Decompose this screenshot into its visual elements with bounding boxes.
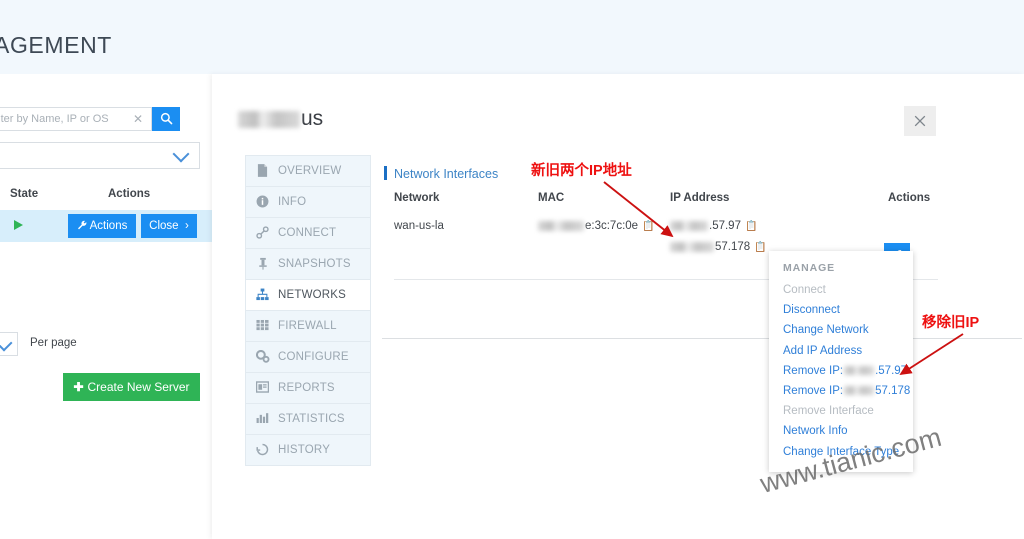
create-new-server-button[interactable]: ✚ Create New Server bbox=[63, 373, 200, 401]
redacted-mac-prefix bbox=[538, 220, 584, 231]
row-actions-label: Actions bbox=[89, 220, 128, 232]
tab-overview-label: OVERVIEW bbox=[278, 165, 342, 177]
close-x-icon[interactable]: ✕ bbox=[133, 112, 143, 126]
link-icon bbox=[255, 226, 270, 241]
menu-item-remove-ip-1[interactable]: Remove IP: .57.97 bbox=[769, 361, 913, 381]
cell-ip-2-value: 57.178 bbox=[715, 241, 751, 253]
info-icon bbox=[255, 195, 270, 210]
redacted-ip-prefix bbox=[844, 386, 875, 396]
menu-item-add-ip-address[interactable]: Add IP Address bbox=[769, 341, 913, 361]
tab-configure-label: CONFIGURE bbox=[278, 351, 349, 363]
tab-connect[interactable]: CONNECT bbox=[246, 218, 370, 249]
row-actions-button[interactable]: Actions bbox=[68, 214, 136, 238]
history-icon bbox=[255, 443, 270, 458]
create-new-server-label: Create New Server bbox=[87, 380, 190, 394]
tab-info-label: INFO bbox=[278, 196, 307, 208]
cell-network-name: wan-us-la bbox=[394, 220, 444, 232]
tab-overview[interactable]: OVERVIEW bbox=[246, 156, 370, 187]
annotation-ip-addresses: 新旧两个IP地址 bbox=[531, 163, 632, 179]
tab-snapshots-label: SNAPSHOTS bbox=[278, 258, 351, 270]
server-list-header: State Actions bbox=[0, 188, 212, 206]
tab-statistics[interactable]: STATISTICS bbox=[246, 404, 370, 435]
copy-icon[interactable]: 📋 bbox=[754, 242, 766, 253]
menu-item-change-network-label: Change Network bbox=[783, 324, 869, 337]
server-name-title: us bbox=[238, 107, 323, 131]
menu-item-change-network[interactable]: Change Network bbox=[769, 320, 913, 340]
bar-chart-icon bbox=[255, 412, 270, 427]
filter-row: Filter by Name, IP or OS ✕ bbox=[0, 107, 200, 133]
section-accent-bar bbox=[384, 166, 387, 180]
table-row[interactable]: Actions Close › bbox=[0, 210, 212, 242]
menu-item-remove-ip-1-label: Remove IP: bbox=[783, 364, 844, 377]
document-icon bbox=[255, 164, 270, 179]
menu-item-disconnect[interactable]: Disconnect bbox=[769, 300, 913, 320]
column-header-network: Network bbox=[394, 192, 440, 204]
annotation-arrow-1 bbox=[603, 181, 674, 238]
tab-networks-label: NETWORKS bbox=[278, 289, 347, 301]
search-input[interactable]: Filter by Name, IP or OS ✕ bbox=[0, 107, 152, 131]
tab-history-label: HISTORY bbox=[278, 444, 331, 456]
chevron-down-icon bbox=[0, 334, 13, 352]
menu-item-network-info-label: Network Info bbox=[783, 425, 848, 438]
row-close-button[interactable]: Close › bbox=[141, 214, 197, 238]
copy-icon[interactable]: 📋 bbox=[745, 221, 757, 232]
firewall-icon bbox=[255, 319, 270, 334]
menu-item-remove-interface-label: Remove Interface bbox=[783, 405, 874, 418]
tab-networks[interactable]: NETWORKS bbox=[246, 280, 370, 311]
page-title: AGEMENT bbox=[0, 32, 112, 58]
redacted-server-name bbox=[238, 110, 300, 128]
tab-snapshots[interactable]: SNAPSHOTS bbox=[246, 249, 370, 280]
column-header-state: State bbox=[10, 188, 39, 200]
column-header-mac: MAC bbox=[538, 192, 565, 204]
menu-item-add-ip-label: Add IP Address bbox=[783, 344, 863, 357]
tab-reports-label: REPORTS bbox=[278, 382, 335, 394]
search-icon bbox=[160, 112, 172, 125]
row-close-label: Close bbox=[149, 220, 179, 232]
menu-item-connect-label: Connect bbox=[783, 284, 826, 296]
search-button[interactable] bbox=[152, 107, 180, 131]
tab-connect-label: CONNECT bbox=[278, 227, 337, 239]
report-icon bbox=[255, 381, 270, 396]
cell-ip-1-value: .57.97 bbox=[709, 220, 741, 232]
detail-tab-nav: OVERVIEW INFO CONNECT SNAPSHOTS NETWORKS bbox=[245, 155, 371, 466]
network-icon bbox=[255, 288, 270, 303]
annotation-remove-old-ip: 移除旧IP bbox=[922, 315, 980, 331]
menu-item-remove-interface[interactable]: Remove Interface bbox=[769, 401, 913, 421]
server-name-suffix: us bbox=[301, 107, 324, 130]
column-header-actions: Actions bbox=[888, 192, 931, 204]
per-page-label: Per page bbox=[30, 337, 77, 349]
plus-icon: ✚ bbox=[73, 380, 84, 394]
wrench-icon bbox=[77, 220, 87, 230]
close-x-icon bbox=[914, 115, 926, 127]
section-heading: Network Interfaces bbox=[394, 167, 499, 181]
search-input-placeholder: Filter by Name, IP or OS bbox=[0, 113, 109, 125]
app-header: AGEMENT bbox=[0, 0, 1024, 74]
tab-firewall-label: FIREWALL bbox=[278, 320, 337, 332]
per-page-select[interactable] bbox=[0, 332, 18, 356]
menu-item-disconnect-label: Disconnect bbox=[783, 304, 840, 317]
menu-item-remove-ip-2-label: Remove IP: bbox=[783, 385, 844, 398]
tab-history[interactable]: HISTORY bbox=[246, 435, 370, 466]
menu-item-remove-ip-2[interactable]: Remove IP: 57.178 bbox=[769, 381, 913, 401]
menu-section-title: MANAGE bbox=[783, 262, 836, 274]
pin-icon bbox=[255, 257, 270, 272]
redacted-ip-prefix bbox=[844, 365, 875, 375]
menu-item-connect[interactable]: Connect bbox=[769, 280, 913, 300]
play-running-icon bbox=[14, 220, 23, 230]
gears-icon bbox=[255, 349, 270, 365]
annotation-arrow-2 bbox=[899, 333, 964, 376]
tab-reports[interactable]: REPORTS bbox=[246, 373, 370, 404]
tab-statistics-label: STATISTICS bbox=[278, 413, 345, 425]
tab-firewall[interactable]: FIREWALL bbox=[246, 311, 370, 342]
column-header-actions: Actions bbox=[108, 188, 151, 200]
server-detail-panel: us OVERVIEW INFO CONNECT SNAPSHOTS NETWO… bbox=[212, 74, 1024, 539]
chevron-right-icon: › bbox=[181, 220, 189, 232]
menu-item-remove-ip-2-value: 57.178 bbox=[875, 385, 911, 398]
filter-select[interactable] bbox=[0, 142, 200, 169]
chevron-down-icon bbox=[172, 145, 190, 163]
tab-info[interactable]: INFO bbox=[246, 187, 370, 218]
server-list-panel: Filter by Name, IP or OS ✕ State Actions… bbox=[0, 74, 212, 539]
close-panel-button[interactable] bbox=[904, 106, 936, 136]
tab-configure[interactable]: CONFIGURE bbox=[246, 342, 370, 373]
